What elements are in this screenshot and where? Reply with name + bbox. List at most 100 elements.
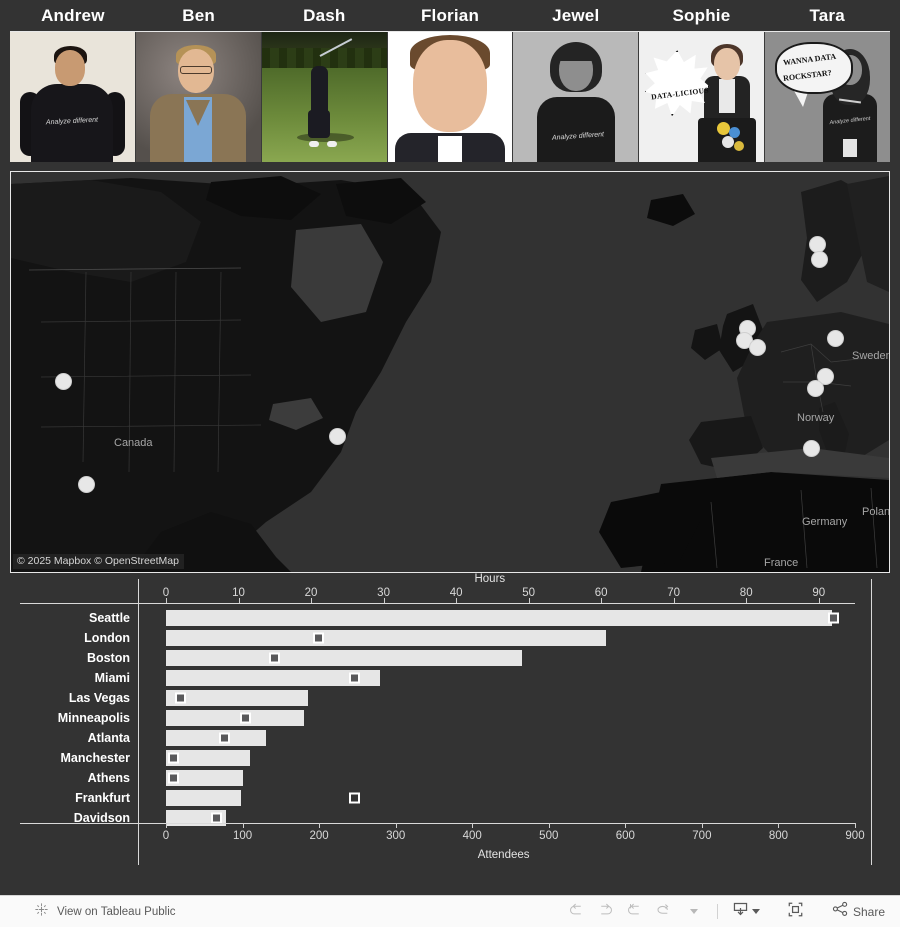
person-name-florian: Florian <box>420 5 480 25</box>
map-basemap <box>11 172 889 572</box>
bar-boston[interactable] <box>166 650 522 666</box>
people-names-row: Andrew Ben Dash Florian Jewel Sophie Tar… <box>10 0 890 32</box>
share-icon <box>832 901 849 922</box>
person-photo-andrew[interactable]: Analyze different <box>10 32 136 162</box>
person-name-ben: Ben <box>182 5 215 25</box>
share-button[interactable]: Share <box>829 899 888 925</box>
person-photo-sophie[interactable]: DATA-LICIOUS <box>639 32 766 162</box>
hours-marker-manchester[interactable] <box>167 752 179 764</box>
decor-shape <box>54 50 85 87</box>
row-label-seattle: Seattle <box>89 611 130 625</box>
map-point-seattle[interactable] <box>54 372 72 390</box>
map-point-london[interactable] <box>748 338 766 356</box>
row-label-miami: Miami <box>94 671 130 685</box>
bar-las-vegas[interactable] <box>166 690 308 706</box>
person-photo-florian[interactable] <box>387 32 514 162</box>
redo-icon <box>597 902 614 922</box>
bottom-tick-mark <box>701 823 703 828</box>
bottom-axis-title: Attendees <box>477 849 530 861</box>
bottom-tick-mark <box>625 823 627 828</box>
decor-shape <box>309 141 320 148</box>
refresh-dropdown-button[interactable] <box>680 899 706 925</box>
view-on-tableau-public-link[interactable]: View on Tableau Public <box>34 902 176 922</box>
decor-shape <box>557 45 594 61</box>
redo-button[interactable] <box>593 899 619 925</box>
hours-marker-boston[interactable] <box>269 652 281 664</box>
share-label: Share <box>852 904 885 919</box>
map-point-boston[interactable] <box>328 427 346 445</box>
top-axis-line <box>20 603 855 604</box>
map-point-frankfurt[interactable] <box>826 329 844 347</box>
bottom-tick-mark <box>166 823 167 828</box>
bottom-tick-mark <box>319 823 321 828</box>
speech-bubble <box>775 42 854 95</box>
undo-button[interactable] <box>564 899 590 925</box>
revert-icon <box>626 902 643 922</box>
person-photo-ben[interactable] <box>135 32 262 162</box>
tableau-viz: Andrew Ben Dash Florian Jewel Sophie Tar… <box>0 0 900 927</box>
hours-marker-athens[interactable] <box>167 772 179 784</box>
person-name-jewel: Jewel <box>552 5 600 25</box>
bottom-tick-label: 0 <box>162 830 170 842</box>
map-point-oslo[interactable] <box>808 235 826 253</box>
bottom-tick-label: 100 <box>232 830 253 842</box>
hours-marker-miami[interactable] <box>349 672 361 684</box>
person-name-dash: Dash <box>303 5 346 25</box>
hours-marker-minneapolis[interactable] <box>240 712 252 724</box>
refresh-icon <box>655 902 672 922</box>
bottom-tick-mark <box>395 823 397 828</box>
person-photo-jewel[interactable]: Analyze different <box>513 32 640 162</box>
viz-toolbar: View on Tableau Public Share <box>0 895 900 927</box>
refresh-button[interactable] <box>651 899 677 925</box>
map-point-tunis[interactable] <box>802 439 820 457</box>
row-label-boston: Boston <box>86 651 130 665</box>
bar-london[interactable] <box>166 630 607 646</box>
bottom-tick-label: 200 <box>309 830 329 842</box>
hours-marker-frankfurt[interactable] <box>349 792 361 804</box>
bar-minneapolis[interactable] <box>166 710 304 726</box>
map-point-lyon[interactable] <box>806 379 824 397</box>
glasses-icon <box>179 65 212 74</box>
decor-shape <box>842 138 857 157</box>
revert-button[interactable] <box>622 899 648 925</box>
fullscreen-button[interactable] <box>783 899 809 925</box>
download-icon <box>732 901 749 923</box>
bar-atlanta[interactable] <box>166 730 266 746</box>
hours-marker-london[interactable] <box>312 632 324 644</box>
bar-frankfurt[interactable] <box>166 790 242 806</box>
bar-chart-panel: Hours 0 10 20 30 40 50 60 70 80 90 Seattle London Bos… <box>10 573 890 895</box>
bar-seattle[interactable] <box>166 610 833 626</box>
bottom-tick-label: 700 <box>692 830 712 842</box>
person-photo-dash[interactable] <box>261 32 388 162</box>
person-photo-tara[interactable]: Analyze different WANNA DATA ROCKSTAR? <box>765 32 891 162</box>
bar-chart-plot[interactable]: Hours 0 10 20 30 40 50 60 70 80 90 Seattle London Bos… <box>10 573 890 895</box>
tableau-logo-icon <box>34 902 49 922</box>
row-label-las-vegas: Las Vegas <box>68 691 130 705</box>
view-on-tableau-public-label: View on Tableau Public <box>57 905 176 918</box>
decor-shape <box>413 39 487 132</box>
chevron-down-icon <box>751 909 760 914</box>
starburst-sign <box>644 50 711 117</box>
decor-shape <box>438 136 462 162</box>
hours-marker-las-vegas[interactable] <box>175 692 186 704</box>
download-button[interactable] <box>729 899 763 925</box>
hours-marker-seattle[interactable] <box>827 612 839 624</box>
row-label-atlanta: Atlanta <box>87 731 130 745</box>
hours-marker-davidson[interactable] <box>211 812 223 824</box>
hours-marker-atlanta[interactable] <box>218 732 230 744</box>
people-photos-row: Analyze different Analyze different DATA… <box>10 32 891 162</box>
bottom-axis-line <box>20 823 855 824</box>
bottom-tick-mark <box>778 823 780 828</box>
bottom-tick-label: 800 <box>768 830 789 842</box>
decor-shape <box>186 99 211 126</box>
bottom-tick-label: 400 <box>462 830 482 842</box>
person-name-tara: Tara <box>809 5 845 25</box>
bottom-tick-label: 300 <box>386 830 406 842</box>
row-label-london: London <box>84 631 130 645</box>
row-label-frankfurt: Frankfurt <box>75 791 130 805</box>
map-point-gothenburg[interactable] <box>810 250 828 268</box>
map-panel[interactable]: Canada UnitedStates Mexico Sweden Norway… <box>10 171 890 573</box>
toolbar-actions: Share <box>564 899 888 925</box>
map-point-las-vegas[interactable] <box>77 475 95 493</box>
person-name-andrew: Andrew <box>41 5 105 25</box>
